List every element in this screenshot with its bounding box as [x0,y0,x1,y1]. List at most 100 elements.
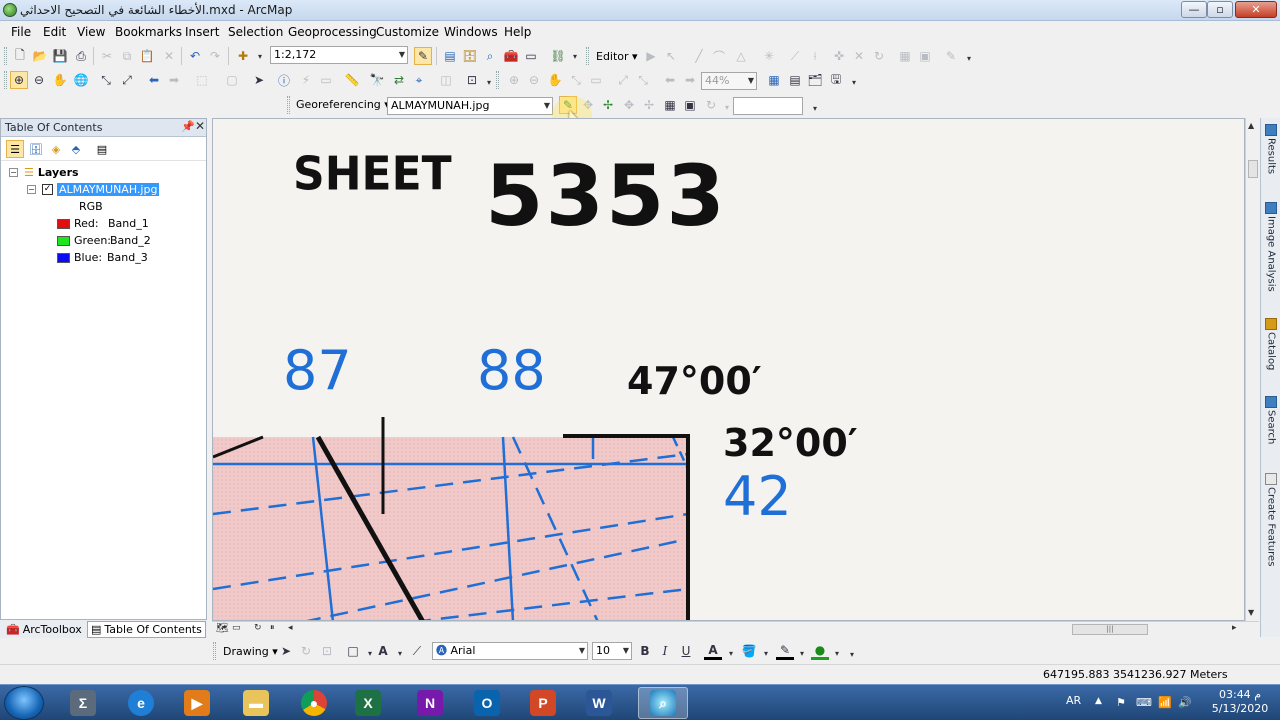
options-icon[interactable]: ▤ [93,140,111,158]
scroll-thumb[interactable] [1248,160,1258,178]
tab-table-of-contents[interactable]: ▤ Table Of Contents [87,621,206,638]
sketch-properties-icon[interactable]: ▣ [916,47,934,65]
layout-view-icon[interactable]: ▭ [232,623,241,633]
viewer-icon[interactable]: ▣ [681,96,699,114]
toolbar-grip[interactable] [586,47,589,65]
toolbar-grip[interactable] [287,96,290,114]
tab-search[interactable]: Search [1263,396,1279,444]
change-layout-icon[interactable]: 🗂 [806,71,824,89]
map-display[interactable]: SHEET 5353 87 88 47°00′ 32°00′ 42 [212,118,1245,621]
data-driven-pages-icon[interactable]: 🖫 [827,71,845,89]
viewer-window-icon[interactable]: ⊡ [463,71,481,89]
delete-link-icon[interactable]: ✥ [620,96,638,114]
menu-windows[interactable]: Windows [444,25,498,39]
scroll-right-icon[interactable]: ▸ [1232,623,1237,633]
create-features-icon[interactable]: ✎ [942,47,960,65]
toolbar-grip[interactable] [213,642,216,660]
pin-icon[interactable]: 📌 [181,120,195,133]
rotate-element-icon[interactable]: ↻ [297,642,315,660]
map-scale-combo[interactable]: 1:2,172 ▼ [270,46,408,64]
paste-icon[interactable]: 📋 [138,47,156,65]
taskbar-file-explorer[interactable]: ▬ [231,687,281,719]
fill-color-dropdown-icon[interactable]: ▾ [757,644,775,662]
map-horizontal-scrollbar[interactable]: 🗺 ▭ ↻ ⏸ ◂ ||| ▸ [212,621,1259,637]
scroll-thumb[interactable]: ||| [1072,624,1148,635]
rectangle-icon[interactable]: □ [344,642,362,660]
data-view-icon[interactable]: 🗺 [216,623,229,634]
minimize-button[interactable]: — [1181,1,1207,18]
toolbar-options-dropdown-icon[interactable]: ▾ [843,645,861,663]
taskbar-calculator[interactable]: Σ [58,687,108,719]
redo-icon[interactable]: ↷ [206,47,224,65]
new-document-icon[interactable]: 🗋 [11,47,29,65]
underline-button[interactable]: U [677,642,695,660]
layout-pan-icon[interactable]: ✋ [546,71,564,89]
edit-vertices-icon[interactable]: ⟋ [786,47,804,65]
line-color-pen-icon[interactable]: ✎ [776,642,794,660]
menu-customize[interactable]: Customize [376,25,439,39]
delete-icon[interactable]: ✕ [160,47,178,65]
edit-vertices-icon[interactable]: ⟋ [408,642,426,660]
font-size-combo[interactable]: 10 ▼ [592,642,632,660]
full-extent-globe-icon[interactable]: 🌐 [72,71,90,89]
find-binoculars-icon[interactable]: 🔭 [368,71,386,89]
georeferencing-menu[interactable]: Georeferencing ▾ [296,98,390,111]
editor-menu[interactable]: Editor ▾ [596,50,638,63]
list-by-visibility-icon[interactable]: ◈ [47,140,65,158]
tab-create-features[interactable]: Create Features [1263,473,1279,566]
taskbar-word[interactable]: W [574,687,624,719]
identify-info-icon[interactable]: ⓘ [275,71,293,89]
italic-button[interactable]: I [656,642,674,660]
map-vertical-scrollbar[interactable]: ▲ ▼ [1245,118,1259,621]
toolbar-grip[interactable] [4,47,7,65]
list-by-source-icon[interactable]: 🗄 [27,140,45,158]
tab-image-analysis[interactable]: Image Analysis [1263,202,1279,292]
line-color-dropdown-icon[interactable]: ▾ [793,644,811,662]
go-to-xy-icon[interactable]: ⌖ [410,71,428,89]
layout-zoom-out-icon[interactable]: ⊖ [525,71,543,89]
end-point-arc-icon[interactable]: ⌒ [710,47,728,65]
rotate-icon[interactable]: ↻ [870,47,888,65]
scroll-down-icon[interactable]: ▼ [1248,608,1254,617]
network-signal-icon[interactable]: 📶 [1158,696,1172,709]
layout-forward-icon[interactable]: ➡ [681,71,699,89]
menu-bookmarks[interactable]: Bookmarks [115,25,182,39]
start-button[interactable] [4,686,44,720]
scroll-up-icon[interactable]: ▲ [1248,121,1254,130]
fixed-zoom-in-layout-icon[interactable]: ⤢ [614,71,632,89]
pan-hand-icon[interactable]: ✋ [51,71,69,89]
model-builder-icon[interactable]: ⛓ [549,47,567,65]
refresh-icon[interactable]: ↻ [254,623,262,633]
select-elements-arrow-icon[interactable]: ➤ [250,71,268,89]
search-window-icon[interactable]: ⌕ [481,47,499,65]
open-attribute-icon[interactable]: ▭ [317,71,335,89]
taskbar-media-player[interactable]: ▶ [172,687,222,719]
clock[interactable]: 03:44 م 5/13/2020 [1210,688,1270,716]
html-popup-icon[interactable]: ⚡ [297,71,315,89]
action-center-flag-icon[interactable]: ⚑ [1116,696,1126,709]
straight-segment-icon[interactable]: ╱ [690,47,708,65]
copy-icon[interactable]: ⧉ [118,47,136,65]
trace-icon[interactable]: △ [732,47,750,65]
attributes-icon[interactable]: ▦ [896,47,914,65]
reshape-icon[interactable]: ⟊ [806,47,824,65]
toolbar-grip[interactable] [4,71,7,89]
tab-arctoolbox[interactable]: 🧰 ArcToolbox [3,621,85,638]
zoom-to-selected-icon[interactable]: ⊡ [318,642,336,660]
layer-name[interactable]: ALMAYMUNAH.jpg [57,183,160,196]
table-of-contents-window-icon[interactable]: ▤ [441,47,459,65]
measure-ruler-icon[interactable]: 📏 [343,71,361,89]
layout-back-icon[interactable]: ⬅ [661,71,679,89]
open-folder-icon[interactable]: 📂 [31,47,49,65]
maximize-button[interactable]: ▫ [1207,1,1233,18]
layer-visibility-checkbox[interactable]: ✓ [42,184,53,195]
layer-item-almaymunah[interactable]: − ✓ ALMAYMUNAH.jpg [27,183,160,196]
auto-registration-icon[interactable]: ✢ [640,96,658,114]
add-data-icon[interactable]: ✚ [234,47,252,65]
zoom-to-link-icon[interactable]: ✢ [599,96,617,114]
fill-color-bucket-icon[interactable]: 🪣 [740,642,758,660]
point-icon[interactable]: ✳ [760,47,778,65]
collapse-icon[interactable]: − [27,185,36,194]
select-link-icon[interactable]: ✥ [579,96,597,114]
font-color-dropdown-icon[interactable]: ▾ [722,644,740,662]
